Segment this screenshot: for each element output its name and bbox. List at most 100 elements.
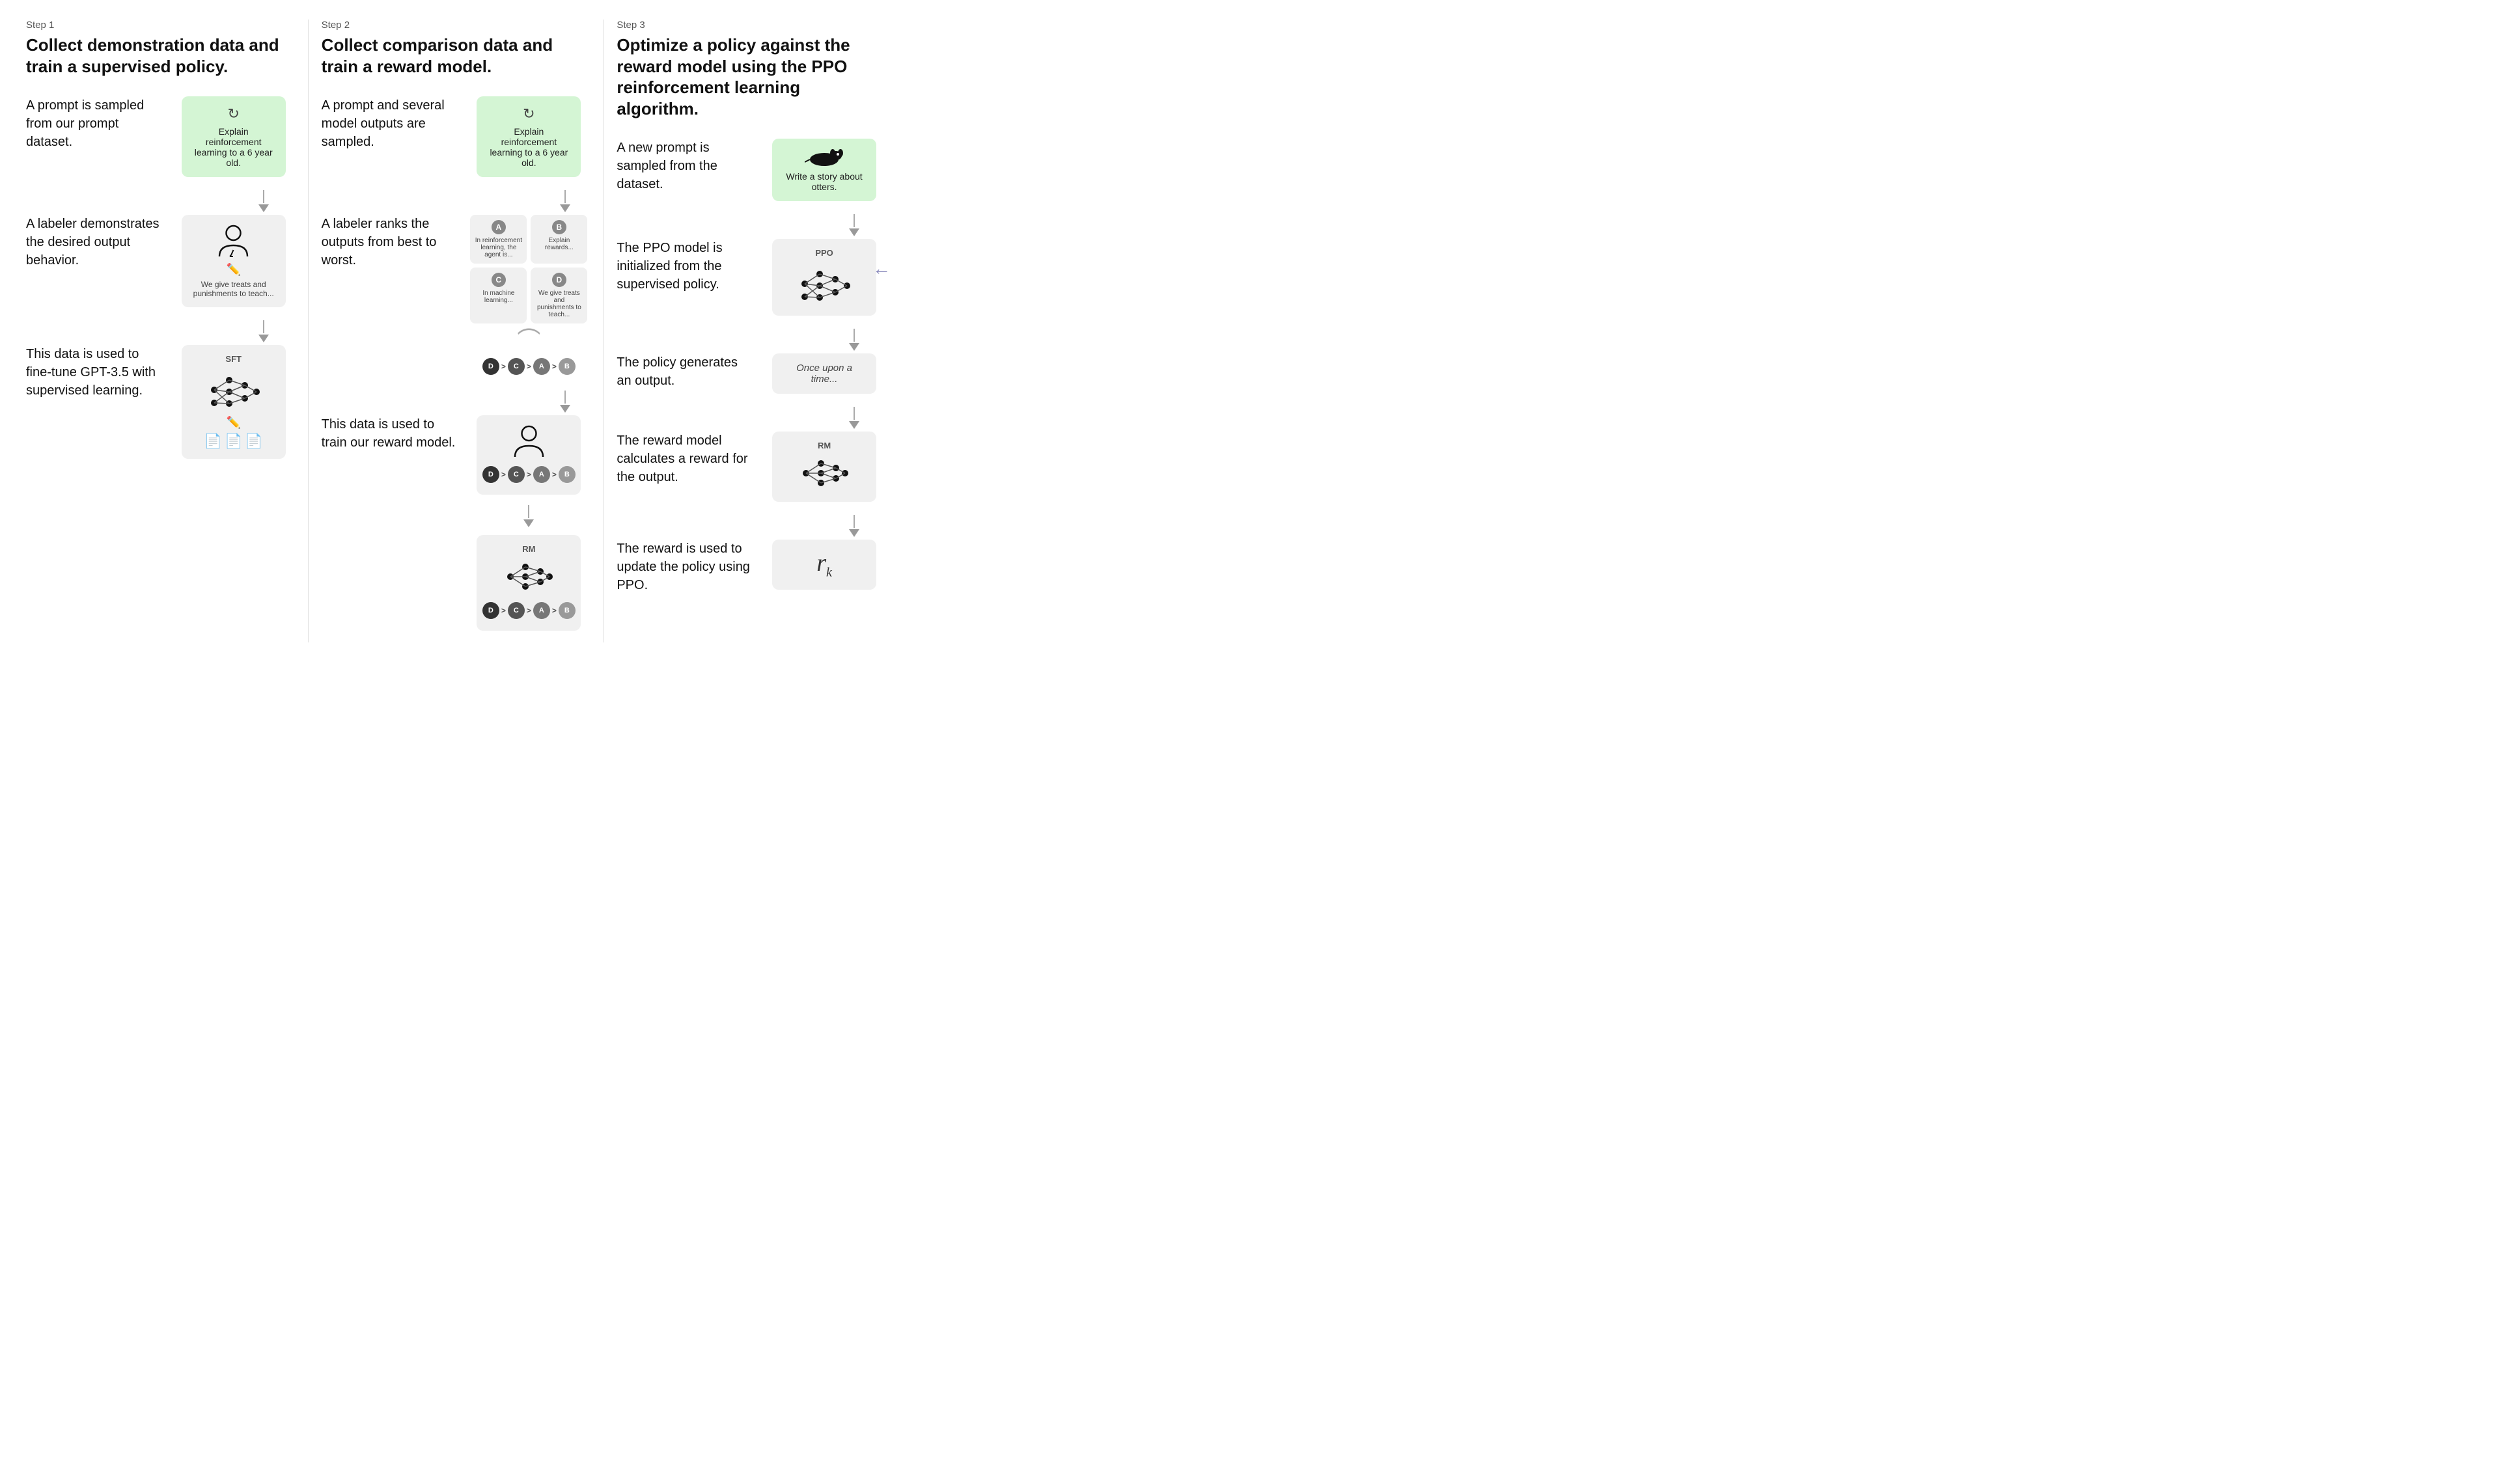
sft-label: SFT: [225, 354, 242, 364]
step3-prompt-box: Write a story about otters.: [772, 139, 876, 201]
refresh-icon: ↻: [227, 105, 239, 122]
rm-label: RM: [522, 544, 535, 554]
sep8: >: [527, 606, 531, 615]
sep2: >: [527, 362, 531, 371]
rank2-c: C: [508, 466, 525, 483]
step3-row5: The reward is used to update the policy …: [617, 540, 885, 594]
step2-prompt-box: ↻ Explain reinforcement learning to a 6 …: [477, 96, 581, 177]
sep1: >: [501, 362, 506, 371]
rm-network-svg: [503, 557, 555, 596]
step1-row2: A labeler demonstrates the desired outpu…: [26, 215, 295, 307]
output-c: C In machine learning...: [470, 268, 527, 323]
output-a: A In reinforcement learning, the agent i…: [470, 215, 527, 264]
arrow4-head: [560, 405, 570, 413]
step3-ppo-box: PPO: [772, 239, 876, 316]
step3-row4: The reward model calculates a reward for…: [617, 432, 885, 502]
output-b-text: Explain rewards...: [545, 237, 574, 251]
outputs-grid: A In reinforcement learning, the agent i…: [470, 215, 587, 323]
brace-icon: ⌒: [517, 331, 540, 350]
step1-title: Collect demonstration data and train a s…: [26, 34, 295, 77]
rank-row-3: D > C > A > B: [482, 602, 576, 619]
output-d-text: We give treats and punishments to teach.…: [537, 290, 581, 318]
ppo-label: PPO: [815, 248, 833, 258]
step3-text1: A new prompt is sampled from the dataset…: [617, 139, 751, 193]
step3-text2: The PPO model is initialized from the su…: [617, 239, 751, 294]
doc-icons: 📄 📄 📄: [204, 433, 263, 450]
arrow8-wrap: [849, 515, 859, 538]
sep7: >: [501, 606, 506, 615]
step2-person-box: D > C > A > B: [477, 415, 581, 495]
person-svg: [215, 224, 251, 260]
step2-diag2: A In reinforcement learning, the agent i…: [467, 215, 590, 378]
step2-diag3: D > C > A > B RM: [467, 415, 590, 631]
step1-diag3: SFT: [173, 345, 295, 459]
doc3-icon: 📄: [245, 433, 262, 450]
sep4: >: [501, 470, 506, 479]
arrow5: [854, 214, 855, 227]
arrow1-head: [258, 204, 269, 212]
step2-text3: This data is used to train our reward mo…: [322, 415, 456, 452]
arrow4: [564, 391, 566, 404]
refresh2-icon: ↻: [523, 105, 535, 122]
step3-diag4: RM: [763, 432, 885, 502]
output-c-text: In machine learning...: [482, 290, 514, 304]
ppo-network-svg: [795, 261, 854, 307]
output-b: B Explain rewards...: [531, 215, 587, 264]
sep5: >: [527, 470, 531, 479]
step3-diag1: Write a story about otters.: [763, 139, 885, 201]
step1-person-caption: We give treats and punishments to teach.…: [192, 280, 275, 298]
step3-title: Optimize a policy against the reward mod…: [617, 34, 885, 119]
step2-row3: This data is used to train our reward mo…: [322, 415, 590, 631]
doc2-icon: 📄: [225, 433, 242, 450]
otter-icon: [805, 148, 844, 167]
rank-a: A: [533, 358, 550, 375]
output-d: D We give treats and punishments to teac…: [531, 268, 587, 323]
step1-row3: This data is used to fine-tune GPT-3.5 w…: [26, 345, 295, 459]
step3-diag3: Once upon a time...: [763, 353, 885, 394]
step3-diag2: PPO: [763, 239, 885, 316]
rm2-network-svg: [798, 454, 850, 493]
step1-label: Step 1: [26, 20, 295, 31]
step3-rk-box: rk: [772, 540, 876, 590]
step3-prompt-text: Write a story about otters.: [783, 171, 866, 192]
rank-c: C: [508, 358, 525, 375]
output-d-label: D: [552, 273, 566, 287]
main-layout: Step 1 Collect demonstration data and tr…: [13, 20, 898, 642]
pencil-icon: ✏️: [226, 263, 240, 277]
arrow6-head: [849, 343, 859, 351]
step1-text3: This data is used to fine-tune GPT-3.5 w…: [26, 345, 161, 400]
rank3-b: B: [559, 602, 576, 619]
arrow2-head: [258, 335, 269, 342]
rank-row-1: D > C > A > B: [482, 358, 576, 375]
arrow7-head: [849, 421, 859, 429]
step3-text5: The reward is used to update the policy …: [617, 540, 751, 594]
step1-column: Step 1 Collect demonstration data and tr…: [13, 20, 309, 642]
rank-b: B: [559, 358, 576, 375]
step1-diag2: ✏️ We give treats and punishments to tea…: [173, 215, 295, 307]
arrow5-wrap: [849, 214, 859, 238]
step1-prompt-box: ↻ Explain reinforcement learning to a 6 …: [182, 96, 286, 177]
sep3: >: [552, 362, 557, 371]
step3-column: Step 3 Optimize a policy against the rew…: [604, 20, 898, 642]
rank-d: D: [482, 358, 499, 375]
arrow5-head: [849, 228, 859, 236]
output-a-label: A: [492, 220, 506, 234]
output-a-text: In reinforcement learning, the agent is.…: [475, 237, 522, 258]
arrow6: [854, 329, 855, 342]
step1-row1: A prompt is sampled from our prompt data…: [26, 96, 295, 177]
step2-label: Step 2: [322, 20, 590, 31]
step2-row2: A labeler ranks the outputs from best to…: [322, 215, 590, 378]
arrow1: [263, 190, 264, 203]
sep9: >: [552, 606, 557, 615]
pencil2-icon: ✏️: [226, 416, 240, 430]
arrow7: [854, 407, 855, 420]
step3-row3: The policy generates an output. Once upo…: [617, 353, 885, 394]
rank2-a: A: [533, 466, 550, 483]
person2-svg: [511, 424, 547, 460]
step2-rm-box: RM: [477, 535, 581, 631]
step3-output-box: Once upon a time...: [772, 353, 876, 394]
arrow8: [854, 515, 855, 528]
arrow7-wrap: [849, 407, 859, 430]
step1-person-box: ✏️ We give treats and punishments to tea…: [182, 215, 286, 307]
rank-row-2: D > C > A > B: [482, 466, 576, 483]
